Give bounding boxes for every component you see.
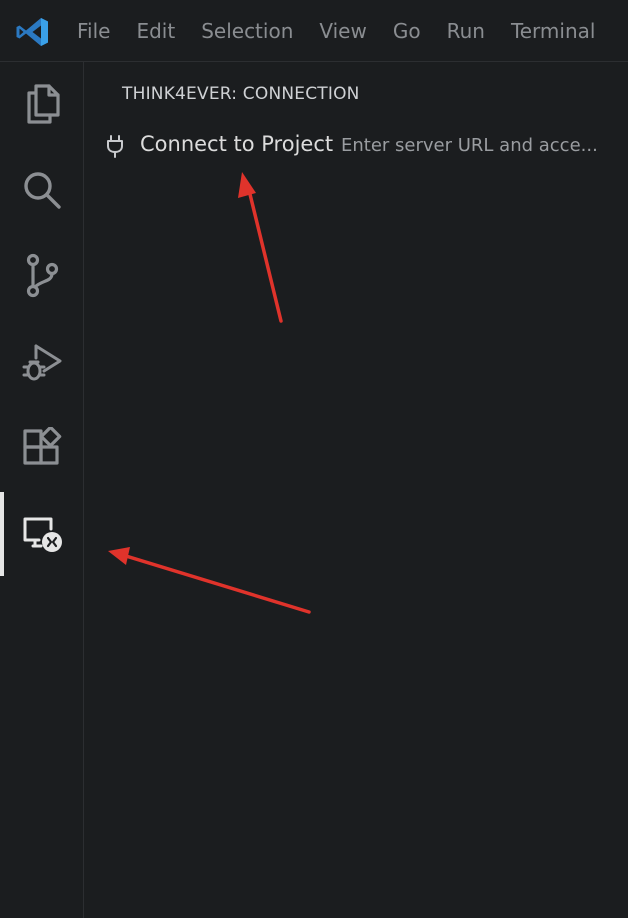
activity-source-control[interactable] [0,234,84,318]
extensions-icon [23,427,62,465]
search-icon [24,172,61,209]
plug-icon [107,135,123,158]
activity-extensions[interactable] [0,406,84,490]
menu-bar: File Edit Selection View Go Run Terminal [64,0,608,62]
source-control-icon [26,253,59,298]
connect-to-project-label: Connect to Project [140,132,334,156]
menu-terminal[interactable]: Terminal [498,19,609,43]
activity-explorer[interactable] [0,62,84,146]
activity-run-debug[interactable] [0,320,84,404]
activity-remote-explorer[interactable] [0,492,84,576]
activity-bar [0,62,84,918]
menu-file[interactable]: File [64,19,123,43]
menu-view[interactable]: View [306,19,379,43]
title-bar: File Edit Selection View Go Run Terminal [0,0,628,62]
connect-to-project-item[interactable]: Connect to Project Enter server URL and … [85,128,628,164]
activity-search[interactable] [0,148,84,232]
vscode-window: File Edit Selection View Go Run Terminal [0,0,628,918]
vscode-logo-icon [16,18,48,46]
menu-go[interactable]: Go [380,19,434,43]
run-debug-icon [22,344,62,381]
side-panel: THINK4EVER: CONNECTION Connect to Projec… [85,62,628,918]
menu-selection[interactable]: Selection [188,19,306,43]
active-indicator [0,492,4,576]
explorer-icon [27,84,60,124]
connect-description: Enter server URL and acce... [341,135,598,156]
remote-explorer-icon [23,517,62,552]
menu-edit[interactable]: Edit [123,19,188,43]
menu-run[interactable]: Run [434,19,498,43]
panel-title: THINK4EVER: CONNECTION [122,84,360,104]
